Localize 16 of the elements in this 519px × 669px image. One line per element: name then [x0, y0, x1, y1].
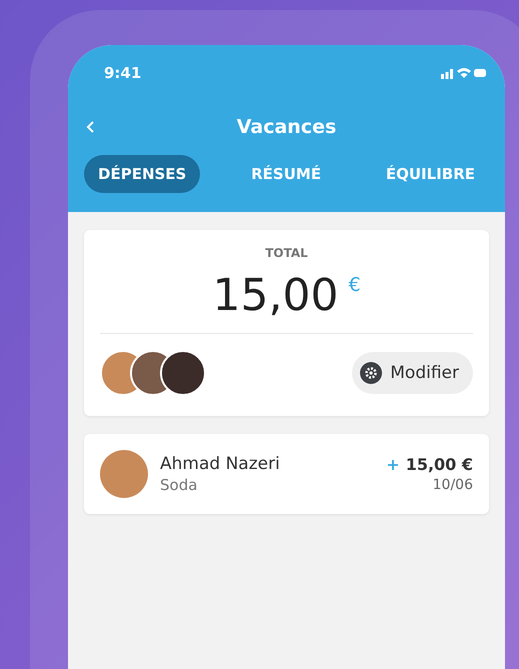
- status-icons: [441, 66, 487, 80]
- screen-title: Vacances: [236, 116, 336, 138]
- total-label: TOTAL: [265, 246, 308, 260]
- tab[interactable]: DÉPENSES: [84, 155, 200, 193]
- expense-row[interactable]: Ahmad Nazeri Soda + 15,00 € 10/06: [84, 434, 489, 514]
- payer-name: Ahmad Nazeri: [160, 454, 281, 474]
- plus-sign: +: [386, 455, 400, 474]
- currency-symbol: €: [348, 274, 361, 296]
- expense-date: 10/06: [432, 477, 473, 493]
- back-icon[interactable]: [86, 120, 96, 134]
- expense-description: Soda: [160, 476, 198, 494]
- total-amount: 15,00: [212, 270, 338, 321]
- edit-button[interactable]: Modifier: [352, 352, 473, 394]
- gear-icon: [360, 362, 382, 384]
- status-time: 9:41: [104, 64, 142, 82]
- expense-amount: 15,00 €: [406, 455, 473, 474]
